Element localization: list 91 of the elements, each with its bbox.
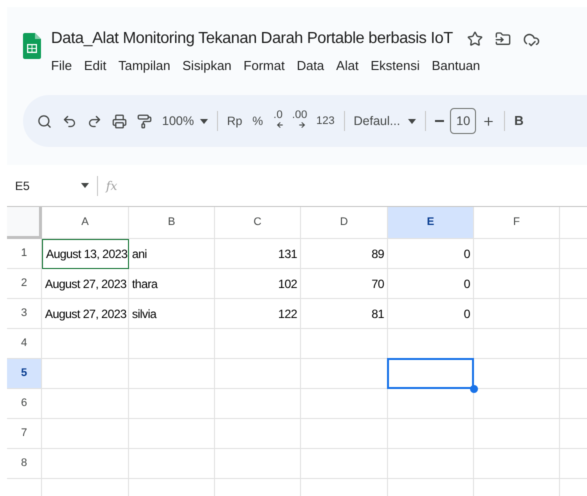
zoom-dropdown[interactable]: 100% [158, 108, 212, 134]
empty-cell[interactable] [215, 389, 301, 419]
empty-cell[interactable] [474, 449, 560, 479]
name-box[interactable]: E5 [15, 176, 91, 194]
empty-cell[interactable] [301, 419, 388, 449]
row-header[interactable]: 6 [7, 389, 42, 419]
table-cell: 122 [215, 299, 301, 329]
menu-item[interactable]: Alat [332, 56, 363, 76]
empty-cell[interactable] [388, 419, 474, 449]
empty-cell[interactable] [129, 449, 215, 479]
empty-cell[interactable] [474, 299, 560, 329]
plus-icon [482, 114, 496, 128]
table-cell: 89 [301, 239, 388, 269]
menu-item[interactable]: Tampilan [114, 56, 174, 76]
table-cell: 102 [215, 269, 301, 299]
row-header[interactable]: 2 [7, 269, 42, 299]
empty-cell[interactable] [215, 419, 301, 449]
percent-button[interactable]: % [248, 108, 267, 134]
table-cell: silvia [129, 299, 215, 329]
empty-cell[interactable] [129, 329, 215, 359]
minus-icon [435, 120, 444, 122]
dropdown-caret-icon [81, 183, 89, 188]
column-header[interactable]: E [388, 207, 474, 239]
empty-cell[interactable] [474, 389, 560, 419]
empty-cell[interactable] [474, 329, 560, 359]
menu-item[interactable]: Edit [80, 56, 110, 76]
column-header[interactable]: B [129, 207, 215, 239]
menu-item[interactable]: Format [240, 56, 289, 76]
table-cell: 0 [388, 269, 474, 299]
table-cell: thara [129, 269, 215, 299]
empty-cell[interactable] [474, 269, 560, 299]
row-header[interactable]: 7 [7, 419, 42, 449]
table-cell: ani [129, 239, 215, 269]
empty-cell[interactable] [215, 359, 301, 389]
arrow-right-icon [298, 121, 306, 129]
empty-cell[interactable] [474, 419, 560, 449]
arrow-left-icon [276, 121, 284, 129]
table-cell: 0 [388, 239, 474, 269]
column-header[interactable]: C [215, 207, 301, 239]
row-header[interactable]: 4 [7, 329, 42, 359]
document-title[interactable]: Data_Alat Monitoring Tekanan Darah Portable berbasis IoT [51, 27, 453, 51]
star-icon[interactable] [466, 31, 483, 47]
table-cell: 70 [301, 269, 388, 299]
currency-button[interactable]: Rp [222, 108, 246, 134]
empty-cell[interactable] [129, 359, 215, 389]
column-header[interactable]: D [301, 207, 388, 239]
empty-cell[interactable] [129, 389, 215, 419]
column-header[interactable]: A [42, 207, 129, 239]
table-cell: 131 [215, 239, 301, 269]
empty-cell[interactable] [129, 419, 215, 449]
empty-cell[interactable] [301, 329, 388, 359]
select-all-corner[interactable] [7, 207, 42, 239]
paint-roller-icon [137, 114, 152, 128]
undo-icon [62, 114, 77, 128]
search-icon [37, 114, 52, 128]
row-header[interactable]: 3 [7, 299, 42, 329]
empty-cell[interactable] [301, 449, 388, 479]
empty-cell[interactable] [388, 449, 474, 479]
function-label: fx [106, 178, 118, 194]
row-header[interactable]: 8 [7, 449, 42, 479]
empty-cell[interactable] [215, 449, 301, 479]
redo-icon [87, 114, 102, 128]
table-cell: 81 [301, 299, 388, 329]
number-format-button[interactable]: 123 [312, 108, 339, 134]
caret-icon [408, 118, 416, 124]
fill-handle[interactable] [470, 385, 478, 393]
menu-item[interactable]: Ekstensi [366, 56, 424, 76]
selected-cell[interactable] [387, 358, 474, 389]
empty-cell[interactable] [215, 329, 301, 359]
table-cell: August 27, 2023 [42, 299, 129, 329]
column-header[interactable]: F [474, 207, 560, 239]
printer-icon [112, 114, 127, 128]
table-cell: August 27, 2023 [42, 269, 129, 299]
menu-item[interactable]: Bantuan [428, 56, 484, 76]
caret-icon [200, 118, 208, 124]
font-size-field[interactable]: 10 [450, 108, 476, 134]
menu-item[interactable]: File [47, 56, 76, 76]
font-dropdown[interactable]: Defaul... [350, 108, 420, 134]
spreadsheet-logo-icon[interactable] [23, 33, 41, 59]
menu-item[interactable]: Data [292, 56, 328, 76]
increase-decimal-button[interactable]: .00 [289, 108, 310, 134]
table-cell: August 13, 2023 [42, 239, 129, 269]
bold-button[interactable]: B [510, 108, 528, 134]
decrease-decimal-button[interactable]: .0 [269, 108, 287, 134]
row-header[interactable]: 5 [7, 359, 42, 389]
empty-cell[interactable] [301, 389, 388, 419]
empty-cell[interactable] [474, 239, 560, 269]
row-header[interactable]: 1 [7, 239, 42, 269]
folder-icon[interactable] [494, 31, 511, 47]
menu-item[interactable]: Sisipkan [178, 56, 236, 76]
table-cell: 0 [388, 299, 474, 329]
